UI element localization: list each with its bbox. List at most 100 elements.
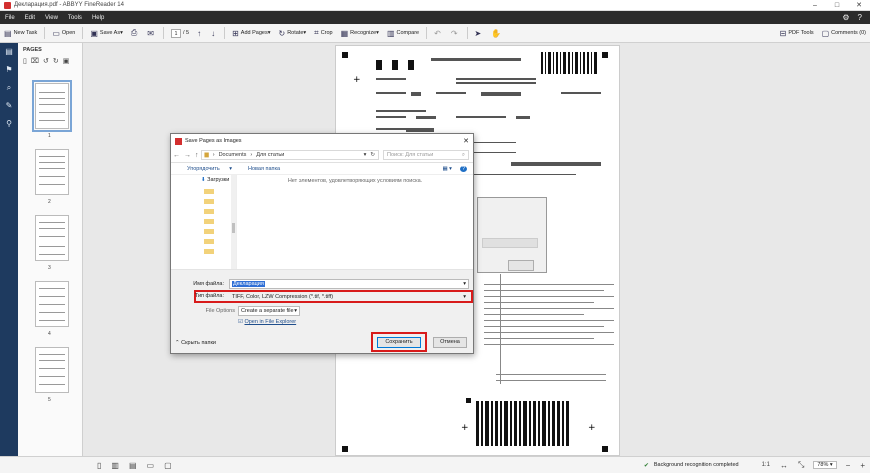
folder-icon[interactable]	[204, 229, 214, 234]
save-pages-dialog: Save Pages as Images ✕ ← → ↑ ▆ › Documen…	[170, 133, 474, 354]
zoom-in-icon[interactable]: +	[860, 461, 865, 470]
two-page-icon[interactable]: ▥	[111, 461, 119, 470]
tree-scrollbar[interactable]	[231, 175, 236, 269]
page-add-icon[interactable]: ▯	[23, 57, 27, 65]
email-icon: ✉	[147, 28, 154, 38]
monitor-icon[interactable]: ▢	[164, 461, 172, 470]
undo-button[interactable]: ↶	[430, 24, 447, 43]
folder-icon: ▆	[204, 152, 209, 158]
prev-page-button[interactable]: ↑	[193, 24, 207, 43]
folder-icon[interactable]	[204, 189, 214, 194]
add-pages-icon: ⊞	[232, 28, 239, 38]
page-properties-icon[interactable]: ▣	[63, 57, 70, 65]
page-number-label: 1	[48, 133, 51, 139]
gear-icon[interactable]: ⚙	[842, 13, 849, 22]
search-icon[interactable]: ⌕	[0, 79, 18, 97]
close-button[interactable]: ✕	[848, 1, 870, 9]
scroll-view-icon[interactable]: ▤	[129, 461, 137, 470]
page-view-icon[interactable]: ▯	[97, 461, 101, 470]
menu-tools[interactable]: Tools	[63, 15, 87, 21]
refresh-icon[interactable]: ↻	[370, 152, 375, 158]
forward-arrow-icon[interactable]: →	[182, 152, 193, 159]
next-page-button[interactable]: ↓	[207, 24, 221, 43]
actual-size-icon[interactable]: 1:1	[762, 462, 770, 468]
organize-button[interactable]: Упорядочить ▾	[171, 166, 240, 172]
rotate-left-icon[interactable]: ↺	[43, 57, 49, 65]
up-arrow-icon[interactable]: ↑	[193, 152, 201, 159]
folder-icon[interactable]	[204, 219, 214, 224]
folder-icon[interactable]	[204, 199, 214, 204]
horizontal-scrollbar[interactable]	[171, 269, 473, 277]
folder-icon[interactable]	[204, 209, 214, 214]
path-field[interactable]: ▆ › Documents › Для статьи ▾ ↻	[200, 150, 379, 160]
help-icon[interactable]: ?	[858, 13, 862, 22]
crop-button[interactable]: ⌗ Crop	[310, 24, 336, 43]
toolbar: ▤ New Task ▭ Open ▣ Save As ▾ ⎙ ✉ 1 / 5 ↑ ↓…	[0, 24, 870, 43]
filename-input[interactable]: Декларация ▾	[229, 279, 469, 289]
page-thumbnail[interactable]	[32, 80, 72, 132]
svg-text:+: +	[353, 75, 361, 85]
save-as-button[interactable]: ▣ Save As ▾	[86, 24, 127, 43]
dialog-close-button[interactable]: ✕	[459, 137, 473, 145]
folder-icon[interactable]	[204, 239, 214, 244]
zoom-select[interactable]: 78% ▾	[813, 461, 837, 469]
minimize-button[interactable]: –	[804, 2, 826, 9]
redo-button[interactable]: ↷	[447, 24, 464, 43]
search-input[interactable]: Поиск: Для статьи ⌕	[383, 150, 469, 160]
crop-label: Crop	[320, 30, 333, 36]
path-dropdown-icon[interactable]: ▾	[364, 152, 367, 158]
open-button[interactable]: ▭ Open	[48, 24, 79, 43]
comments-button[interactable]: ▢ Comments (0)	[818, 24, 870, 43]
rotate-button[interactable]: ↻ Rotate ▾	[274, 24, 310, 43]
fit-page-icon[interactable]: ⤡	[798, 460, 804, 470]
menu-file[interactable]: File	[0, 15, 20, 21]
fit-width-icon[interactable]: ↔	[780, 461, 788, 470]
cancel-button[interactable]: Отмена	[433, 337, 467, 348]
back-arrow-icon[interactable]: ←	[171, 152, 182, 159]
folder-tree: ⬇ Загрузки	[171, 175, 237, 269]
add-pages-button[interactable]: ⊞ Add Pages ▾	[228, 24, 274, 43]
tag-icon[interactable]: ✎	[0, 97, 18, 115]
menu-help[interactable]: Help	[87, 15, 109, 21]
breadcrumb-documents[interactable]: Documents	[219, 152, 247, 158]
open-in-explorer-checkbox[interactable]: ☑ Open in File Explorer	[238, 319, 296, 325]
pages-view-icon[interactable]: ▤	[0, 43, 18, 61]
save-button[interactable]: Сохранить	[377, 337, 421, 348]
menu-edit[interactable]: Edit	[20, 15, 40, 21]
fit-view-icon[interactable]: ▭	[147, 461, 155, 470]
tree-item-downloads[interactable]: ⬇ Загрузки	[171, 175, 236, 185]
view-options-icon[interactable]: ▦ ▾	[434, 166, 460, 172]
pdf-tools-button[interactable]: ⊟ PDF Tools	[776, 24, 818, 43]
print-button[interactable]: ⎙	[127, 24, 143, 43]
email-button[interactable]: ✉	[143, 24, 160, 43]
attachment-icon[interactable]: ⚲	[0, 115, 18, 133]
recognize-button[interactable]: ▦ Recognize ▾	[337, 24, 383, 43]
hide-folders-button[interactable]: ⌃ Скрыть папки	[175, 340, 216, 346]
hand-tool-button[interactable]: ✋	[487, 24, 507, 43]
menu-view[interactable]: View	[40, 15, 63, 21]
status-bar: ▯ ▥ ▤ ▭ ▢ ✔ Background recognition compl…	[0, 456, 870, 473]
zoom-out-icon[interactable]: −	[846, 461, 851, 470]
new-folder-button[interactable]: Новая папка	[240, 166, 288, 172]
file-list[interactable]: Нет элементов, удовлетворяющих условиям …	[237, 175, 473, 269]
select-tool-button[interactable]: ➤	[471, 24, 488, 43]
bookmark-icon[interactable]: ⚑	[0, 61, 18, 79]
dialog-body: ⬇ Загрузки Нет элементов, удовлетворяющи…	[171, 175, 473, 269]
maximize-button[interactable]: □	[826, 2, 848, 9]
help-icon[interactable]: ?	[459, 165, 467, 172]
page-thumbnail[interactable]	[35, 149, 69, 195]
page-thumbnail[interactable]	[35, 215, 69, 261]
compare-button[interactable]: ▥ Compare	[383, 24, 423, 43]
rotate-right-icon[interactable]: ↻	[53, 57, 59, 65]
filetype-select[interactable]: TIFF, Color, LZW Compression (*.tif, *.t…	[229, 292, 469, 302]
page-total: / 5	[182, 30, 190, 36]
page-delete-icon[interactable]: ⌧	[31, 57, 39, 65]
page-thumbnail[interactable]	[35, 347, 69, 393]
page-thumbnail[interactable]	[35, 281, 69, 327]
undo-icon: ↶	[434, 28, 441, 38]
breadcrumb-folder[interactable]: Для статьи	[256, 152, 284, 158]
file-options-select[interactable]: Create a separate file ▾	[238, 306, 300, 316]
folder-icon[interactable]	[204, 249, 214, 254]
new-task-button[interactable]: ▤ New Task	[0, 24, 41, 43]
page-number-input[interactable]: 1	[170, 28, 181, 38]
